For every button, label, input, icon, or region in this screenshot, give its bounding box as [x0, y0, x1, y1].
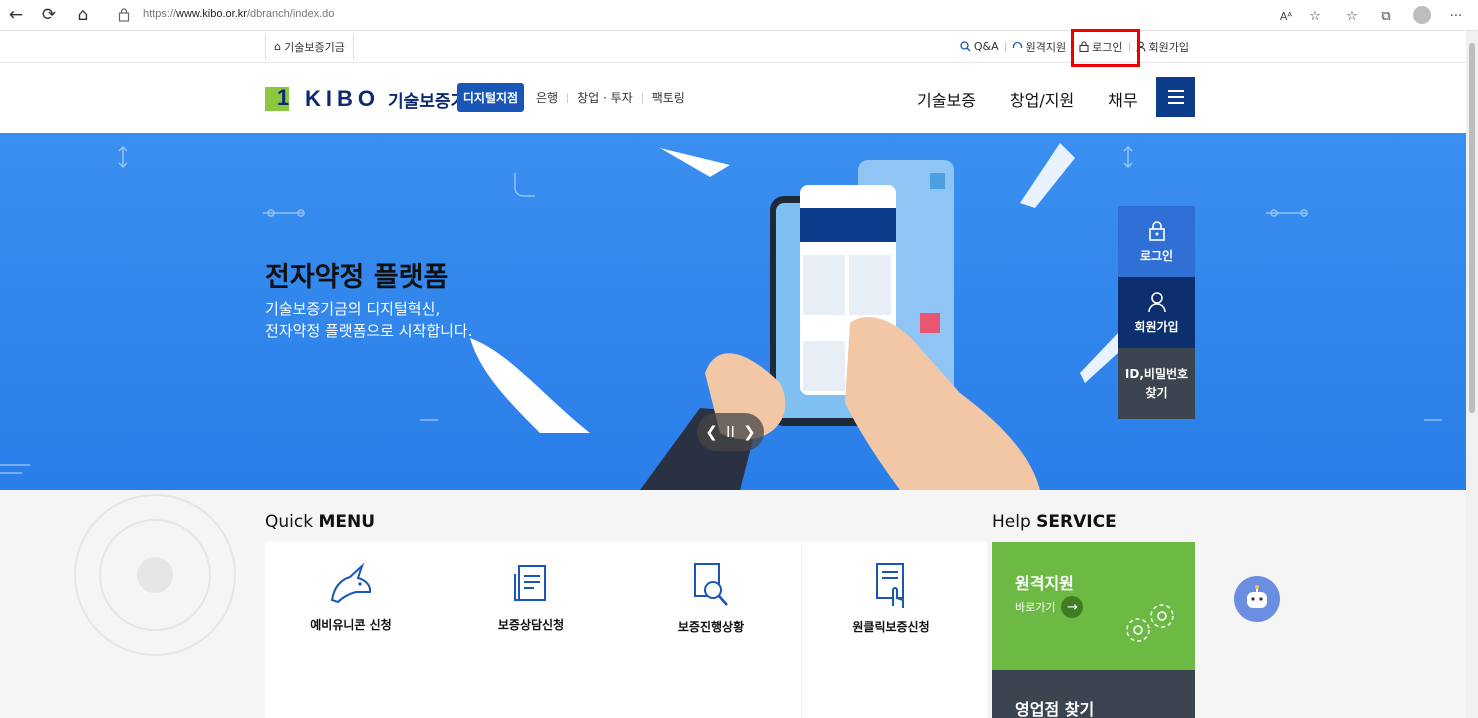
arrow-right-icon: →: [1061, 596, 1084, 618]
carousel-controls: ❮ II ❯: [697, 413, 764, 451]
remote-support-label: 원격지원: [1025, 40, 1067, 54]
nav-debt[interactable]: 채무: [1108, 87, 1137, 111]
nav-startup-support[interactable]: 창업/지원: [1010, 87, 1074, 111]
prev-slide-icon[interactable]: ❮: [705, 423, 718, 441]
home-label: 기술보증기금: [284, 40, 345, 54]
quick-item-consult[interactable]: 보증상담신청: [445, 562, 617, 633]
chatbot-icon: [1247, 585, 1267, 608]
subnav-bank[interactable]: 은행: [536, 89, 558, 106]
click-document-icon: [876, 563, 904, 608]
divider: [641, 92, 643, 103]
hamburger-menu-button[interactable]: [1156, 77, 1195, 117]
find-id-label: ID,비밀번호: [1124, 366, 1189, 381]
refresh-icon[interactable]: ⟳: [37, 4, 61, 26]
home-icon[interactable]: ⌂: [71, 4, 95, 26]
highlight-box: [1071, 29, 1140, 67]
quick-menu-title: Quick MENU: [265, 512, 376, 532]
side-login-label: 로그인: [1139, 248, 1174, 263]
qna-label: Q&A: [973, 40, 999, 53]
logo-text: KIBO: [305, 86, 380, 111]
document-search-icon: [694, 563, 728, 606]
lock-icon: [1148, 220, 1165, 241]
more-menu-icon[interactable]: ···: [1446, 5, 1466, 27]
remote-support-card[interactable]: 원격지원 바로가기 →: [992, 542, 1195, 670]
go-link[interactable]: 바로가기 →: [1015, 596, 1084, 618]
profile-avatar[interactable]: [1413, 6, 1431, 24]
address-bar[interactable]: https://www.kibo.or.kr/dbranch/index.do: [143, 8, 334, 20]
utility-bar: ⌂ 기술보증기금 Q&A 원격지원 로그인 회원가입: [0, 31, 1478, 63]
quick-item-oneclick[interactable]: 원클릭보증신청: [805, 562, 977, 635]
quick-item-status[interactable]: 보증진행상황: [625, 562, 797, 635]
site-info-icon[interactable]: [118, 8, 130, 22]
headset-icon: [1012, 41, 1022, 48]
subnav-startup[interactable]: 창업 · 투자: [577, 89, 633, 106]
read-aloud-icon[interactable]: Aᴬ: [1277, 5, 1295, 27]
kibo-logo[interactable]: KIBO 기술보증기금: [265, 85, 482, 112]
logo-mark: [265, 85, 289, 111]
gears-icon: [1126, 604, 1174, 642]
quick-item-label: 보증진행상황: [677, 620, 745, 634]
help-service-title: Help SERVICE: [992, 512, 1117, 532]
qna-link[interactable]: Q&A: [954, 40, 1005, 53]
scroll-thumb[interactable]: [1469, 43, 1475, 413]
quick-menu-panel: 예비유니콘 신청 보증상담신청 보증진행상황 원클릭보증신청: [265, 542, 987, 718]
home-icon: ⌂: [274, 40, 282, 53]
hero-banner: 전자약정 플랫폼 기술보증기금의 디지털혁신, 전자약정 플랫폼으로 시작합니다…: [0, 133, 1466, 490]
side-signup-label: 회원가입: [1134, 319, 1179, 334]
side-signup-button[interactable]: 회원가입: [1118, 277, 1195, 348]
hero-subtitle: 기술보증기금의 디지털혁신, 전자약정 플랫폼으로 시작합니다.: [265, 298, 473, 342]
favorites-icon[interactable]: ☆: [1342, 5, 1362, 27]
divider: [801, 542, 802, 718]
back-arrow-icon[interactable]: ←: [4, 4, 28, 26]
digital-branch-tab[interactable]: 디지털지점: [457, 83, 524, 112]
collections-icon[interactable]: ⧉: [1376, 5, 1396, 27]
chatbot-button[interactable]: [1234, 576, 1280, 622]
add-favorite-icon[interactable]: ☆: [1305, 5, 1325, 27]
sub-nav: 은행 창업 · 투자 팩토링: [536, 89, 685, 106]
next-slide-icon[interactable]: ❯: [743, 423, 756, 441]
quick-item-label: 보증상담신청: [497, 618, 565, 632]
remote-support-title: 원격지원: [1015, 574, 1074, 593]
branch-finder-card[interactable]: 영업점 찾기: [992, 670, 1195, 718]
subnav-factoring[interactable]: 팩토링: [652, 89, 685, 106]
hero-subtitle-line: 기술보증기금의 디지털혁신,: [265, 300, 441, 318]
quick-item-unicorn[interactable]: 예비유니콘 신청: [265, 562, 437, 633]
pause-icon[interactable]: II: [726, 423, 735, 441]
branch-finder-title: 영업점 찾기: [1015, 700, 1095, 718]
go-label: 바로가기: [1015, 601, 1056, 614]
side-login-button[interactable]: 로그인: [1118, 206, 1195, 277]
divider: [567, 92, 569, 103]
site-header: KIBO 기술보증기금 디지털지점 은행 창업 · 투자 팩토링 기술보증 창업…: [0, 63, 1466, 133]
side-find-id-button[interactable]: ID,비밀번호 찾기: [1118, 348, 1195, 419]
home-link[interactable]: ⌂ 기술보증기금: [265, 34, 354, 59]
signup-label: 회원가입: [1148, 40, 1189, 54]
nav-tech-guarantee[interactable]: 기술보증: [917, 87, 976, 111]
find-id-label: 찾기: [1145, 385, 1168, 400]
quick-item-label: 원클릭보증신청: [852, 620, 930, 634]
user-icon: [1147, 291, 1166, 312]
quick-item-label: 예비유니콘 신청: [310, 618, 392, 632]
quick-side-panel: 로그인 회원가입 ID,비밀번호 찾기: [1118, 206, 1195, 419]
remote-support-link[interactable]: 원격지원: [1006, 39, 1072, 55]
main-nav: 기술보증 창업/지원 채무: [917, 87, 1172, 111]
browser-toolbar: ← ⟳ ⌂ https://www.kibo.or.kr/dbranch/ind…: [0, 0, 1478, 31]
hero-title: 전자약정 플랫폼: [265, 262, 449, 293]
hero-subtitle-line: 전자약정 플랫폼으로 시작합니다.: [265, 322, 473, 340]
document-icon: [514, 565, 546, 601]
search-icon: [960, 41, 971, 52]
unicorn-icon: [330, 562, 372, 604]
page-scrollbar[interactable]: [1466, 31, 1478, 718]
lower-section: Quick MENU Help SERVICE 예비유니콘 신청 보증상담신청 …: [0, 490, 1466, 718]
